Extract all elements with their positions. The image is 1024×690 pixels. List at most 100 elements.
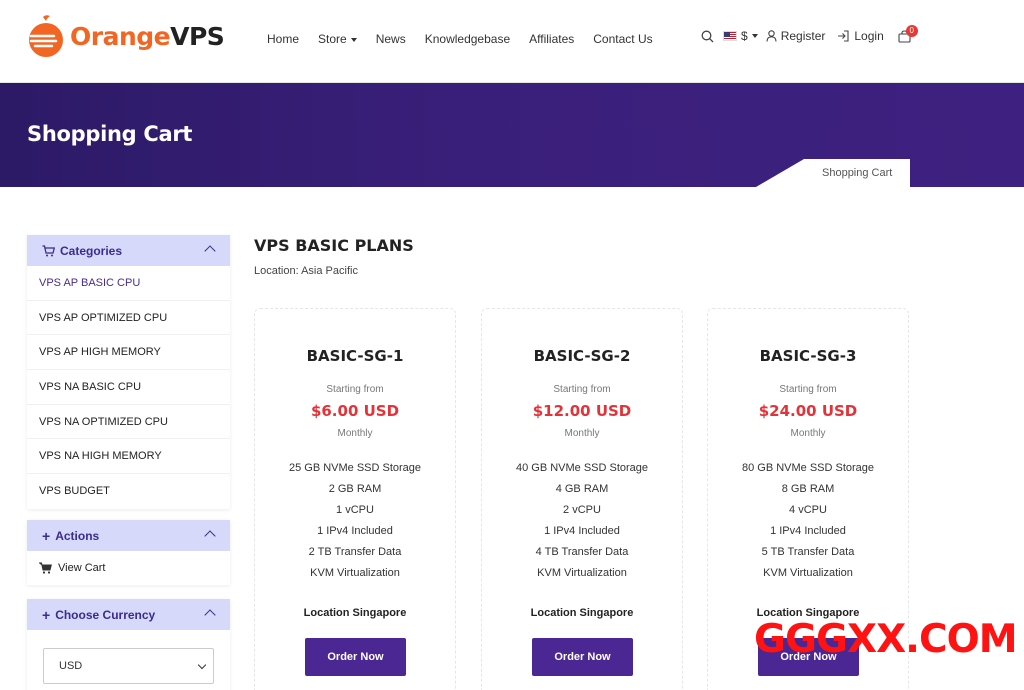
plan-card: BASIC-SG-1 Starting from $6.00 USD Month… [254,308,456,690]
plan-price: $24.00 USD [758,402,858,420]
plan-billing-cycle: Monthly [790,428,826,439]
currency-select-value: USD [59,660,83,672]
nav-store-label: Store [318,32,347,46]
logo[interactable]: OrangeVPS [26,14,225,58]
plan-feature: KVM Virtualization [763,567,853,579]
category-item[interactable]: VPS AP HIGH MEMORY [27,335,230,371]
plan-location: Location Singapore [303,607,407,619]
category-item[interactable]: VPS BUDGET [27,474,230,509]
plan-feature: 2 vCPU [563,504,601,516]
plan-starting-from: Starting from [779,384,837,395]
actions-title: Actions [55,528,100,543]
currency-select[interactable]: USD [43,648,214,684]
nav-home[interactable]: Home [267,32,299,46]
page-title: Shopping Cart [27,122,193,146]
currency-header[interactable]: + Choose Currency [27,599,230,630]
category-item[interactable]: VPS NA OPTIMIZED CPU [27,405,230,440]
header-tools: $ Register Login 0 [701,24,918,43]
chevron-up-icon[interactable] [204,609,216,621]
breadcrumb[interactable]: Shopping Cart [822,167,892,179]
plan-feature: 4 vCPU [789,504,827,516]
plan-feature: 80 GB NVMe SSD Storage [741,462,875,474]
category-item[interactable]: VPS NA HIGH MEMORY [27,439,230,475]
plan-name: BASIC-SG-2 [533,347,631,365]
plan-feature: 1 vCPU [336,504,374,516]
register-link[interactable]: Register [766,29,826,43]
watermark: GGGXX.COM [754,617,1018,662]
register-label: Register [780,29,826,43]
site-header: OrangeVPS Home Store News Knowledgebase … [0,0,1024,83]
plan-feature: 1 IPv4 Included [770,525,846,537]
product-group-location: Location: Asia Pacific [254,265,358,277]
plan-features: 25 GB NVMe SSD Storage 2 GB RAM 1 vCPU 1… [255,461,455,587]
plan-feature: 4 GB RAM [555,483,609,495]
user-icon [766,30,777,42]
chevron-up-icon[interactable] [204,245,216,257]
currency-selector[interactable]: $ [723,29,758,43]
nav-news[interactable]: News [376,32,406,46]
us-flag-icon [723,31,737,41]
plan-feature: KVM Virtualization [537,567,627,579]
plan-price: $6.00 USD [310,402,400,420]
plan-feature: 2 GB RAM [328,483,382,495]
currency-panel: + Choose Currency USD [27,599,230,690]
plan-price: $12.00 USD [532,402,632,420]
cart-icon [42,244,55,256]
cart-icon [39,562,52,574]
plus-icon: + [42,606,51,623]
cart-button[interactable]: 0 [898,24,918,43]
plan-card: BASIC-SG-2 Starting from $12.00 USD Mont… [481,308,683,690]
plan-location: Location Singapore [530,607,634,619]
plan-billing-cycle: Monthly [337,428,373,439]
plan-name: BASIC-SG-1 [306,347,404,365]
plan-feature: 4 TB Transfer Data [535,546,629,558]
plan-feature: 2 TB Transfer Data [308,546,402,558]
plan-billing-cycle: Monthly [564,428,600,439]
cart-count-badge: 0 [905,24,918,37]
currency-symbol: $ [741,29,748,43]
plan-feature: 5 TB Transfer Data [761,546,855,558]
categories-title: Categories [60,243,123,258]
nav-store[interactable]: Store [318,32,357,46]
plan-starting-from: Starting from [553,384,611,395]
orange-logo-icon [26,14,66,58]
plan-starting-from: Starting from [326,384,384,395]
plan-feature: KVM Virtualization [310,567,400,579]
plan-features: 40 GB NVMe SSD Storage 4 GB RAM 2 vCPU 1… [482,461,682,587]
login-icon [838,30,849,42]
actions-panel: + Actions View Cart [27,520,230,585]
categories-header[interactable]: Categories [27,235,230,266]
logo-text: OrangeVPS [70,21,225,51]
caret-down-icon [751,34,758,38]
category-item[interactable]: VPS NA BASIC CPU [27,370,230,405]
categories-panel: Categories VPS AP BASIC CPU VPS AP OPTIM… [27,235,230,509]
caret-down-icon [350,37,357,42]
plan-feature: 25 GB NVMe SSD Storage [288,462,422,474]
category-item[interactable]: VPS AP BASIC CPU [27,266,230,301]
order-now-button[interactable]: Order Now [532,638,633,676]
view-cart-label: View Cart [58,562,106,574]
category-item[interactable]: VPS AP OPTIMIZED CPU [27,301,230,336]
order-now-button[interactable]: Order Now [305,638,406,676]
plan-feature: 40 GB NVMe SSD Storage [515,462,649,474]
currency-title: Choose Currency [55,607,156,622]
chevron-down-icon [197,660,207,670]
nav-affiliates[interactable]: Affiliates [529,32,574,46]
page-banner: Shopping Cart Shopping Cart [0,83,1024,187]
search-icon[interactable] [701,30,714,43]
plan-feature: 1 IPv4 Included [544,525,620,537]
product-group-title: VPS BASIC PLANS [254,236,414,255]
nav-knowledgebase[interactable]: Knowledgebase [425,32,510,46]
login-label: Login [854,29,884,43]
main-nav: Home Store News Knowledgebase Affiliates… [267,32,672,46]
chevron-up-icon[interactable] [204,530,216,542]
plan-feature: 8 GB RAM [781,483,835,495]
plus-icon: + [42,527,51,544]
plan-feature: 1 IPv4 Included [317,525,393,537]
nav-contact-us[interactable]: Contact Us [593,32,652,46]
plan-name: BASIC-SG-3 [759,347,857,365]
plan-features: 80 GB NVMe SSD Storage 8 GB RAM 4 vCPU 1… [708,461,908,587]
view-cart-link[interactable]: View Cart [27,551,230,585]
login-link[interactable]: Login [837,29,884,43]
actions-header[interactable]: + Actions [27,520,230,551]
